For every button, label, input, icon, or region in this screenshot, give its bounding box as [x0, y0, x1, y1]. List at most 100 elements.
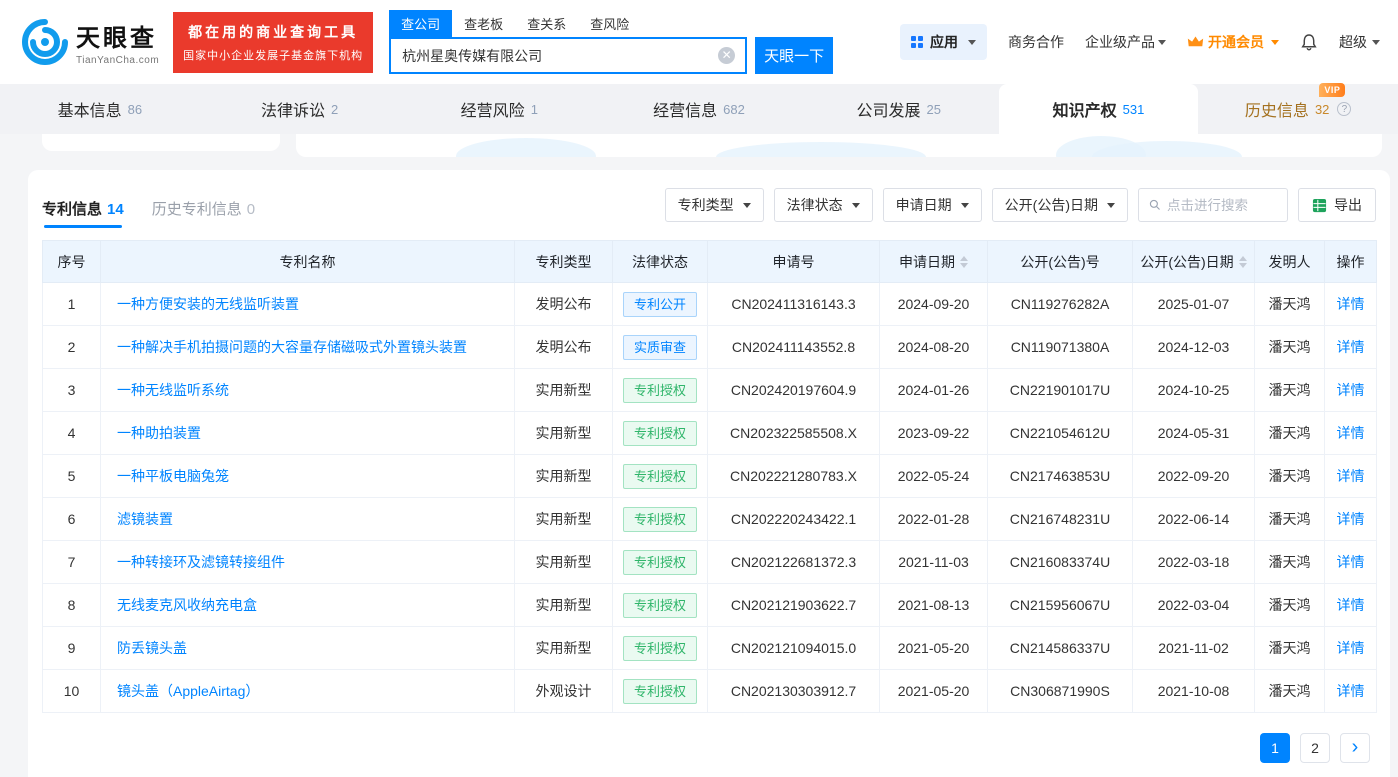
application-date-cell: 2021-05-20 — [880, 627, 988, 670]
page-button-1[interactable]: 1 — [1260, 733, 1290, 763]
user-menu[interactable]: 超级 — [1339, 32, 1380, 52]
filter-publication-date[interactable]: 公开(公告)日期 — [992, 188, 1128, 222]
apps-button[interactable]: 应用 — [900, 24, 987, 60]
detail-link[interactable]: 详情 — [1337, 597, 1365, 613]
detail-link[interactable]: 详情 — [1337, 382, 1365, 398]
publication-date-cell: 2022-09-20 — [1133, 455, 1255, 498]
th-publication-date[interactable]: 公开(公告)日期 — [1133, 241, 1255, 283]
table-row: 5 一种平板电脑兔笼 实用新型 专利授权 CN202221280783.X 20… — [43, 455, 1377, 498]
patent-table-body: 1 一种方便安装的无线监听装置 发明公布 专利公开 CN202411316143… — [43, 283, 1377, 713]
tab-patent-info[interactable]: 专利信息14 — [42, 198, 124, 228]
tab-count: 32 — [1315, 102, 1329, 117]
detail-link[interactable]: 详情 — [1337, 511, 1365, 527]
patent-type-cell: 发明公布 — [515, 326, 613, 369]
sort-icon[interactable] — [1239, 256, 1247, 268]
help-icon[interactable]: ? — [1337, 102, 1351, 116]
detail-link[interactable]: 详情 — [1337, 640, 1365, 656]
search-input-wrap: ✕ — [389, 37, 747, 74]
nav-business-cooperation[interactable]: 商务合作 — [1008, 32, 1064, 52]
filter-toolbar: 专利类型 法律状态 申请日期 公开(公告)日期 — [665, 188, 1376, 228]
nav-enterprise-products[interactable]: 企业级产品 — [1085, 32, 1166, 52]
patent-name-link[interactable]: 一种平板电脑兔笼 — [117, 468, 229, 484]
logo-title: 天眼查 — [76, 18, 159, 53]
search-tab-relationship[interactable]: 查关系 — [515, 10, 578, 37]
chevron-down-icon — [961, 203, 969, 208]
application-number-cell: CN202420197604.9 — [708, 369, 880, 412]
th-patent-type: 专利类型 — [515, 241, 613, 283]
tab-label: 经营信息 — [653, 97, 717, 121]
logo-swirl-icon — [22, 19, 68, 65]
company-tab-legal-proceedings[interactable]: 法律诉讼 2 — [200, 84, 400, 134]
table-search-box[interactable] — [1138, 188, 1288, 222]
tab-label: 历史信息 — [1245, 97, 1309, 121]
patent-name-link[interactable]: 镜头盖（AppleAirtag） — [117, 683, 259, 699]
patent-name-link[interactable]: 滤镜装置 — [117, 511, 173, 527]
detail-link[interactable]: 详情 — [1337, 296, 1365, 312]
search-tab-boss[interactable]: 查老板 — [452, 10, 515, 37]
detail-link[interactable]: 详情 — [1337, 425, 1365, 441]
inventor-cell: 潘天鸿 — [1255, 412, 1325, 455]
search-button[interactable]: 天眼一下 — [755, 37, 833, 74]
legal-status-badge: 专利授权 — [623, 550, 697, 575]
application-number-cell: CN202121094015.0 — [708, 627, 880, 670]
th-index: 序号 — [43, 241, 101, 283]
search-row: ✕ 天眼一下 — [389, 37, 833, 74]
company-tab-intellectual-property[interactable]: 知识产权 531 — [999, 84, 1199, 134]
clear-search-icon[interactable]: ✕ — [718, 47, 735, 64]
legal-status-badge: 专利授权 — [623, 421, 697, 446]
detail-link[interactable]: 详情 — [1337, 683, 1365, 699]
search-tab-company[interactable]: 查公司 — [389, 10, 452, 37]
logo-text: 天眼查 TianYanCha.com — [76, 18, 159, 66]
next-page-button[interactable]: › — [1340, 733, 1370, 763]
company-tab-business-info[interactable]: 经营信息 682 — [599, 84, 799, 134]
th-legal-status: 法律状态 — [613, 241, 708, 283]
table-search-input[interactable] — [1167, 198, 1277, 213]
notification-bell-icon[interactable] — [1300, 33, 1318, 51]
patent-name-link[interactable]: 无线麦克风收纳充电盒 — [117, 597, 257, 613]
username: 超级 — [1339, 32, 1367, 52]
patent-name-link[interactable]: 一种无线监听系统 — [117, 382, 229, 398]
application-number-cell: CN202411143552.8 — [708, 326, 880, 369]
patent-type-cell: 实用新型 — [515, 584, 613, 627]
detail-link[interactable]: 详情 — [1337, 339, 1365, 355]
filter-application-date[interactable]: 申请日期 — [883, 188, 982, 222]
filter-legal-status[interactable]: 法律状态 — [774, 188, 873, 222]
patent-name-link[interactable]: 一种解决手机拍摄问题的大容量存储磁吸式外置镜头装置 — [117, 339, 467, 355]
company-tab-operational-risk[interactable]: 经营风险 1 — [399, 84, 599, 134]
application-date-cell: 2021-08-13 — [880, 584, 988, 627]
company-search-input[interactable] — [391, 48, 718, 64]
application-number-cell: CN202220243422.1 — [708, 498, 880, 541]
vip-badge: VIP — [1319, 83, 1345, 97]
nav-open-membership[interactable]: 开通会员 — [1187, 32, 1279, 52]
publication-date-cell: 2022-03-18 — [1133, 541, 1255, 584]
partial-card-left — [42, 134, 280, 151]
patent-name-link[interactable]: 一种助拍装置 — [117, 425, 201, 441]
patent-name-link[interactable]: 一种方便安装的无线监听装置 — [117, 296, 299, 312]
publication-number-cell: CN221901017U — [988, 369, 1133, 412]
company-tab-basic-info[interactable]: 基本信息 86 — [0, 84, 200, 134]
patent-name-link[interactable]: 防丢镜头盖 — [117, 640, 187, 656]
patent-name-link[interactable]: 一种转接环及滤镜转接组件 — [117, 554, 285, 570]
filter-patent-type[interactable]: 专利类型 — [665, 188, 764, 222]
tianyancha-logo[interactable]: 天眼查 TianYanCha.com — [22, 18, 159, 66]
company-tab-company-development[interactable]: 公司发展 25 — [799, 84, 999, 134]
export-button[interactable]: 导出 — [1298, 188, 1376, 222]
detail-link[interactable]: 详情 — [1337, 468, 1365, 484]
apps-grid-icon — [911, 36, 923, 48]
chevron-down-icon — [852, 203, 860, 208]
inventor-cell: 潘天鸿 — [1255, 455, 1325, 498]
inventor-cell: 潘天鸿 — [1255, 627, 1325, 670]
company-section-tabs: 基本信息 86 法律诉讼 2 经营风险 1 经营信息 682 公司发展 25 知… — [0, 84, 1398, 134]
company-tab-history-info[interactable]: 历史信息 32 VIP ? — [1198, 84, 1398, 134]
tab-history-patent-info[interactable]: 历史专利信息0 — [152, 198, 255, 228]
page-button-2[interactable]: 2 — [1300, 733, 1330, 763]
detail-link[interactable]: 详情 — [1337, 554, 1365, 570]
row-index: 2 — [43, 326, 101, 369]
th-application-date[interactable]: 申请日期 — [880, 241, 988, 283]
search-tab-risk[interactable]: 查风险 — [578, 10, 641, 37]
logo-subtitle: TianYanCha.com — [76, 55, 159, 66]
excel-export-icon — [1312, 198, 1327, 213]
sort-icon[interactable] — [960, 256, 968, 268]
enterprise-label: 企业级产品 — [1085, 32, 1155, 52]
chevron-down-icon — [1372, 40, 1380, 45]
